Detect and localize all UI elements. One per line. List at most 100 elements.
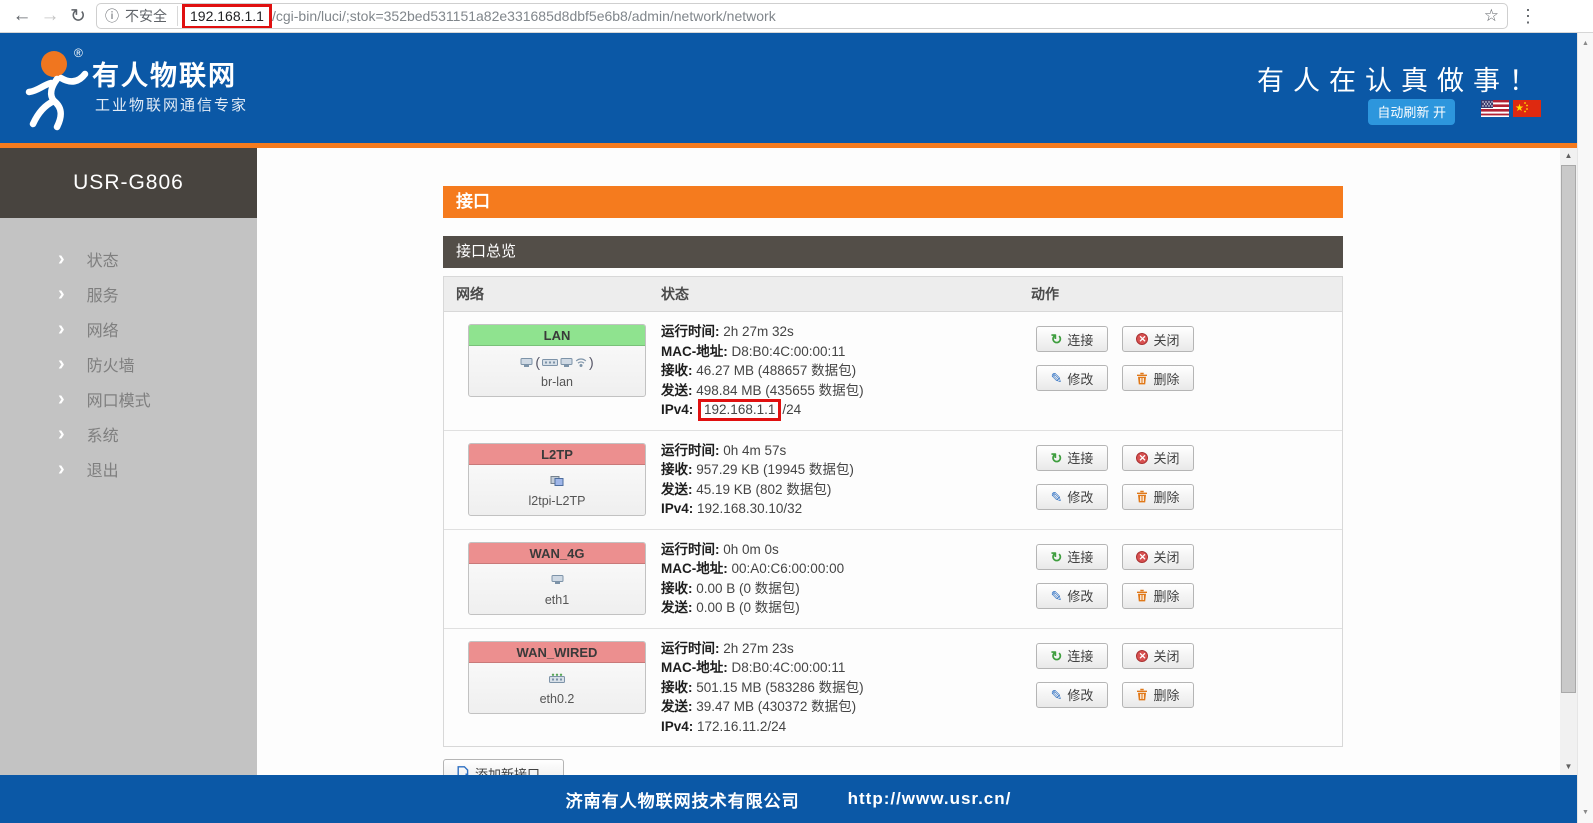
- sidebar-item-network[interactable]: ›网络: [0, 311, 257, 346]
- button-label: 连接: [1067, 547, 1093, 566]
- delete-button[interactable]: 删除: [1122, 682, 1194, 708]
- forward-icon[interactable]: →: [36, 5, 64, 27]
- reconnect-icon: ↻: [1051, 550, 1063, 564]
- svg-text:®: ®: [74, 46, 83, 60]
- auto-refresh-toggle[interactable]: 自动刷新 开: [1368, 99, 1455, 125]
- section-title: 接口总览: [443, 236, 1343, 268]
- connect-button[interactable]: ↻连接: [1036, 445, 1108, 471]
- page-scrollbar: ▲ ▼: [1560, 148, 1577, 775]
- chevron-right-icon: ›: [58, 284, 65, 304]
- connect-button[interactable]: ↻连接: [1036, 326, 1108, 352]
- button-label: 修改: [1067, 487, 1093, 506]
- brand-subtitle: 工业物联网通信专家: [95, 94, 248, 115]
- chevron-right-icon: ›: [58, 459, 65, 479]
- stop-button[interactable]: ✕关闭: [1122, 544, 1194, 570]
- connect-button[interactable]: ↻ 连接: [1036, 544, 1108, 570]
- sidebar-item-port-mode[interactable]: ›网口模式: [0, 381, 257, 416]
- browser-chrome: ← → ↻ ⓘ 不安全 192.168.1.1 /cgi-bin/luci/;s…: [0, 0, 1593, 33]
- sidebar-item-label: 服务: [87, 282, 119, 306]
- connect-button[interactable]: ↻连接: [1036, 643, 1108, 669]
- reload-icon[interactable]: ↻: [64, 5, 92, 28]
- interface-badge: L2TP l2tpi-L2TP: [468, 443, 646, 516]
- delete-button[interactable]: 删除: [1122, 484, 1194, 510]
- us-flag-icon[interactable]: [1481, 100, 1509, 117]
- column-header: 动作: [1031, 284, 1331, 304]
- interface-icons: [469, 663, 645, 689]
- column-header: 网络: [444, 284, 661, 304]
- browser-menu-icon[interactable]: ⋮: [1508, 6, 1548, 27]
- button-label: 删除: [1153, 586, 1179, 605]
- edit-icon: ✎: [1051, 371, 1063, 385]
- svg-text:★: ★: [1515, 103, 1524, 114]
- annotation-box-ipv4: 192.168.1.1: [698, 399, 781, 421]
- sidebar-item-system[interactable]: › 系统: [0, 416, 257, 451]
- status-line: 发送: 45.19 KB (802 数据包): [661, 480, 1031, 500]
- button-label: 删除: [1153, 685, 1179, 704]
- status-line: 接收: 46.27 MB (488657 数据包): [661, 361, 1031, 381]
- address-bar[interactable]: ⓘ 不安全 192.168.1.1 /cgi-bin/luci/;stok=35…: [96, 3, 1508, 29]
- reconnect-icon: ↻: [1051, 332, 1063, 346]
- column-header: 状态: [661, 284, 1031, 304]
- sidebar-item-label: 网口模式: [87, 387, 151, 411]
- edit-icon: ✎: [1051, 688, 1063, 702]
- interface-row-lan: LAN()br-lan运行时间: 2h 27m 32sMAC-地址: D8:B0…: [444, 312, 1342, 431]
- status-cell: 运行时间: 0h 0m 0sMAC-地址: 00:A0:C6:00:00:00接…: [661, 538, 1031, 618]
- bookmark-star-icon[interactable]: ☆: [1484, 6, 1499, 26]
- interface-table: 网络状态动作 LAN()br-lan运行时间: 2h 27m 32sMAC-地址…: [443, 276, 1343, 747]
- url-path: /cgi-bin/luci/;stok=352bed531151a82e3316…: [272, 8, 776, 24]
- sidebar-item-label: 网络: [87, 317, 119, 341]
- cn-flag-icon[interactable]: ★: [1513, 100, 1541, 117]
- stop-button[interactable]: ✕关闭: [1122, 445, 1194, 471]
- interface-device: l2tpi-L2TP: [469, 491, 645, 515]
- info-icon[interactable]: ⓘ: [105, 6, 119, 26]
- reconnect-icon: ↻: [1051, 649, 1063, 663]
- browser-scroll-up-icon[interactable]: ▲: [1578, 36, 1593, 51]
- actions-cell: ↻连接 ✕关闭 ✎修改删除: [1031, 320, 1331, 420]
- delete-icon: [1136, 688, 1148, 701]
- sidebar-item-label: 系统: [87, 422, 119, 446]
- scroll-up-icon[interactable]: ▲: [1560, 148, 1577, 164]
- interface-name: WAN_WIRED: [469, 642, 645, 663]
- page-title: 接口: [443, 186, 1343, 218]
- sidebar-item-logout[interactable]: ›退出: [0, 451, 257, 486]
- sidebar-item-status[interactable]: ›状态: [0, 241, 257, 276]
- sidebar-item-firewall[interactable]: ›防火墙: [0, 346, 257, 381]
- security-label: 不安全: [125, 6, 178, 26]
- page-header: ® 有人物联网 工业物联网通信专家 有人在认真做事！ 自动刷新 开 ★: [0, 33, 1577, 148]
- sidebar-item-services[interactable]: › 服务: [0, 276, 257, 311]
- network-cell: LAN()br-lan: [444, 320, 661, 420]
- edit-button[interactable]: ✎修改: [1036, 583, 1108, 609]
- scroll-down-icon[interactable]: ▼: [1560, 759, 1577, 775]
- button-label: 连接: [1067, 448, 1093, 467]
- stop-button[interactable]: ✕关闭: [1122, 326, 1194, 352]
- edit-button[interactable]: ✎修改: [1036, 365, 1108, 391]
- interface-row-wan_4g: WAN_4Geth1运行时间: 0h 0m 0sMAC-地址: 00:A0:C6…: [444, 530, 1342, 629]
- browser-scrollbar: ▲ ▼: [1577, 33, 1593, 823]
- delete-button[interactable]: 删除: [1122, 365, 1194, 391]
- interface-badge: WAN_WIREDeth0.2: [468, 641, 646, 714]
- browser-scroll-down-icon[interactable]: ▼: [1578, 805, 1593, 820]
- chevron-right-icon: ›: [58, 424, 65, 444]
- status-line: 发送: 498.84 MB (435655 数据包): [661, 381, 1031, 401]
- delete-button[interactable]: 删除: [1122, 583, 1194, 609]
- interface-badge: WAN_4Geth1: [468, 542, 646, 615]
- annotation-box-url: 192.168.1.1: [182, 4, 272, 29]
- edit-button[interactable]: ✎修改: [1036, 484, 1108, 510]
- interface-name: L2TP: [469, 444, 645, 465]
- back-icon[interactable]: ←: [8, 5, 36, 27]
- shutdown-icon: ✕: [1136, 333, 1148, 345]
- screen: ← → ↻ ⓘ 不安全 192.168.1.1 /cgi-bin/luci/;s…: [0, 0, 1593, 823]
- status-line: IPv4: 192.168.1.1/24: [661, 400, 1031, 420]
- status-line: 运行时间: 2h 27m 32s: [661, 322, 1031, 342]
- page-scrollbar-thumb[interactable]: [1561, 165, 1576, 693]
- stop-button[interactable]: ✕关闭: [1122, 643, 1194, 669]
- footer-website-link[interactable]: http://www.usr.cn/: [848, 789, 1012, 809]
- sidebar-item-label: 状态: [87, 247, 119, 271]
- brand-title: 有人物联网: [92, 54, 237, 93]
- edit-button[interactable]: ✎修改: [1036, 682, 1108, 708]
- interface-row-l2tp: L2TPl2tpi-L2TP运行时间: 0h 4m 57s接收: 957.29 …: [444, 431, 1342, 530]
- status-line: 运行时间: 2h 27m 23s: [661, 639, 1031, 659]
- shutdown-icon: ✕: [1136, 551, 1148, 563]
- edit-icon: ✎: [1051, 589, 1063, 603]
- status-cell: 运行时间: 2h 27m 32sMAC-地址: D8:B0:4C:00:00:1…: [661, 320, 1031, 420]
